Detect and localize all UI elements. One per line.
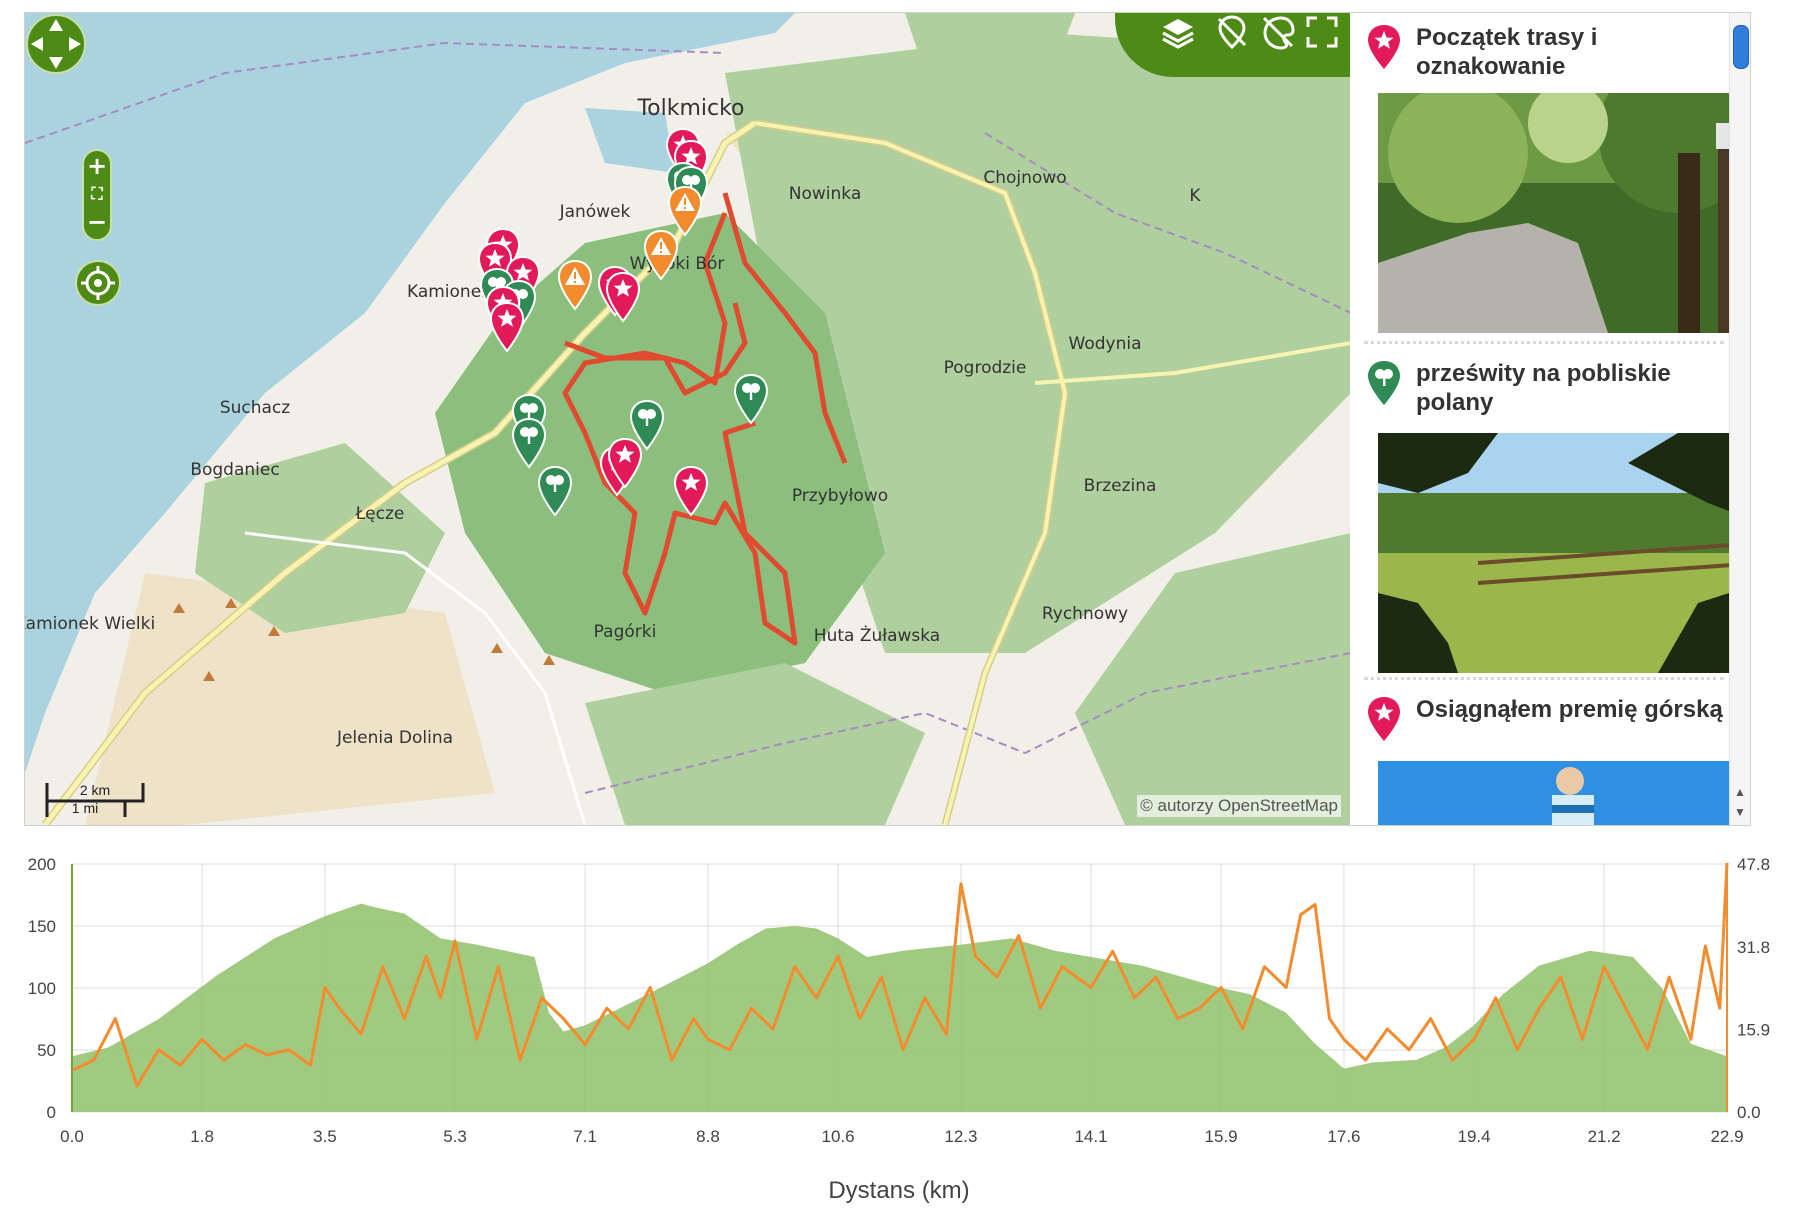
place-label: Huta Żuławska: [814, 625, 940, 646]
y-left-tick-label: 50: [37, 1041, 56, 1060]
fullscreen-icon[interactable]: [1303, 13, 1341, 51]
zoom-out-button[interactable]: −: [84, 207, 110, 237]
elevation-speed-chart[interactable]: 0.0 1.8 3.5 5.3 7.1 8.8 10.6 12.3 14.1 15.9 17.6 19…: [0, 836, 1800, 1208]
place-label: Wysoki Bór: [630, 254, 725, 274]
place-label: Suchacz: [220, 398, 290, 418]
y-right-tick-label: 47.8: [1737, 855, 1770, 874]
zoom-extent-icon[interactable]: ⛶: [84, 181, 110, 207]
place-label: Pagórki: [594, 622, 657, 642]
star-pin-icon: [1368, 25, 1400, 69]
y-left-tick-label: 0: [47, 1103, 56, 1122]
poi-card[interactable]: Początek trasy i oznakowanie: [1350, 13, 1750, 343]
y-left-tick-label: 100: [28, 979, 56, 998]
meadow-photo[interactable]: [1378, 433, 1751, 673]
place-label: Przybyłowo: [792, 486, 888, 506]
x-tick-label: 15.9: [1205, 1127, 1238, 1146]
place-label: Brzezina: [1084, 476, 1157, 496]
scroll-up-icon[interactable]: ▲: [1734, 785, 1746, 799]
scale-km-label: 2 km: [80, 782, 110, 798]
place-label: Łęcze: [355, 504, 405, 524]
hide-markers-icon[interactable]: [1213, 13, 1251, 51]
y-right-tick-label: 0.0: [1737, 1103, 1761, 1122]
place-label: Kamionek Wielki: [25, 614, 155, 634]
hide-photos-icon[interactable]: [1259, 13, 1297, 51]
scroll-down-icon[interactable]: ▼: [1734, 805, 1746, 819]
y-left-tick-label: 150: [28, 917, 56, 936]
poi-title[interactable]: Osiągnąłem premię górską: [1416, 695, 1726, 724]
x-tick-label: 22.9: [1710, 1127, 1743, 1146]
place-label: Nowinka: [789, 184, 861, 204]
crosshair-icon: [81, 266, 115, 300]
x-tick-label: 21.2: [1588, 1127, 1621, 1146]
place-label: Wodynia: [1069, 334, 1142, 354]
x-tick-label: 14.1: [1074, 1127, 1107, 1146]
poi-title[interactable]: prześwity na pobliskie polany: [1416, 359, 1726, 417]
x-tick-label: 10.6: [822, 1127, 855, 1146]
route-map[interactable]: Tolkmicko Chojnowo Nowinka Janówek Wysoki Bó…: [24, 12, 1352, 826]
forest-path-photo[interactable]: [1378, 93, 1751, 333]
place-label: Pogrodzie: [944, 358, 1027, 378]
layers-icon[interactable]: [1159, 13, 1197, 51]
x-tick-label: 8.8: [696, 1127, 720, 1146]
place-label: Tolkmicko: [636, 96, 744, 121]
poi-card[interactable]: prześwity na pobliskie polany: [1350, 349, 1750, 679]
card-separator: [1364, 341, 1724, 344]
x-tick-label: 5.3: [443, 1127, 467, 1146]
x-tick-label: 12.3: [944, 1127, 977, 1146]
place-label: K: [1189, 186, 1201, 206]
x-tick-label: 7.1: [573, 1127, 597, 1146]
locate-button[interactable]: [75, 260, 121, 306]
place-label: Janówek: [559, 202, 631, 222]
x-tick-label: 3.5: [313, 1127, 337, 1146]
scale-bar: 2 km 1 mi: [43, 779, 153, 819]
map-attribution[interactable]: © autorzy OpenStreetMap: [1137, 795, 1341, 817]
map-toolbar: [1115, 13, 1351, 77]
star-pin-icon: [1368, 697, 1400, 741]
card-separator: [1364, 677, 1724, 680]
place-label: Rychnowy: [1042, 604, 1128, 624]
scrollbar-thumb[interactable]: [1733, 25, 1749, 69]
x-axis-label: Dystans (km): [828, 1177, 969, 1204]
x-tick-label: 1.8: [190, 1127, 214, 1146]
map-canvas: Tolkmicko Chojnowo Nowinka Janówek Wysoki Bó…: [25, 13, 1351, 825]
y-right-tick-label: 15.9: [1737, 1021, 1770, 1040]
x-tick-label: 19.4: [1458, 1127, 1491, 1146]
cyclist-photo[interactable]: [1378, 761, 1751, 826]
y-right-tick-label: 31.8: [1737, 938, 1770, 957]
zoom-in-button[interactable]: +: [84, 151, 110, 181]
tree-pin-icon: [1368, 361, 1400, 405]
poi-title[interactable]: Początek trasy i oznakowanie: [1416, 23, 1726, 81]
poi-panel[interactable]: Początek trasy i oznakowanie prześwity n…: [1350, 12, 1751, 826]
x-tick-label: 17.6: [1327, 1127, 1360, 1146]
place-label: Chojnowo: [983, 168, 1066, 188]
zoom-control: + ⛶ −: [82, 149, 112, 241]
place-label: Jelenia Dolina: [336, 728, 453, 748]
scale-mi-label: 1 mi: [72, 800, 98, 816]
place-label: Kamionek: [407, 282, 491, 302]
poi-card[interactable]: Osiągnąłem premię górską: [1350, 685, 1750, 825]
place-label: Bogdaniec: [190, 460, 279, 480]
y-left-tick-label: 200: [28, 855, 56, 874]
panel-scrollbar[interactable]: ▲ ▼: [1729, 13, 1750, 825]
pan-control[interactable]: [25, 13, 87, 75]
x-tick-label: 0.0: [60, 1127, 84, 1146]
